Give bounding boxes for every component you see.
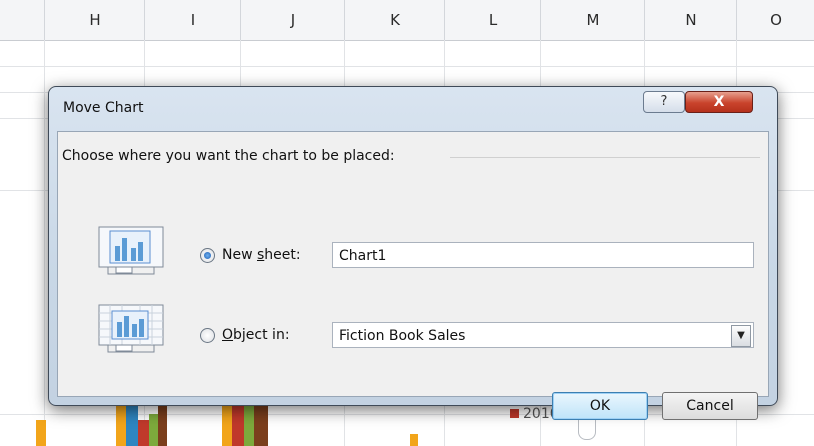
- object-in-label: Object in:: [222, 327, 290, 343]
- dialog-body: Choose where you want the chart to be pl…: [57, 131, 769, 420]
- column-header-l[interactable]: L: [444, 0, 541, 40]
- new-sheet-chart-icon: [98, 226, 164, 275]
- move-chart-dialog: Move Chart ? X Choose where you want the…: [48, 86, 778, 420]
- grid-line: [44, 40, 45, 446]
- column-header-k[interactable]: K: [344, 0, 445, 40]
- column-header-n[interactable]: N: [644, 0, 737, 40]
- new-sheet-radio[interactable]: [200, 248, 215, 263]
- help-button[interactable]: ?: [643, 91, 685, 113]
- dialog-title: Move Chart: [63, 100, 144, 116]
- object-in-select-value: Fiction Book Sales: [339, 328, 466, 344]
- column-header-i[interactable]: I: [144, 0, 241, 40]
- chart-bar: [149, 414, 158, 446]
- column-header-o[interactable]: O: [736, 0, 814, 40]
- chart-bar: [138, 420, 149, 446]
- cancel-button[interactable]: Cancel: [662, 392, 758, 420]
- prompt-text: Choose where you want the chart to be pl…: [62, 148, 395, 164]
- grid-line: [0, 66, 814, 67]
- new-sheet-name-input[interactable]: Chart1: [332, 242, 754, 268]
- column-header-h[interactable]: H: [44, 0, 145, 40]
- legend-swatch: [510, 409, 519, 418]
- column-header-j[interactable]: J: [240, 0, 345, 40]
- separator: [450, 157, 760, 158]
- ok-button[interactable]: OK: [552, 392, 648, 420]
- close-button[interactable]: X: [685, 91, 753, 113]
- chart-bar: [410, 434, 418, 446]
- new-sheet-label: New sheet:: [222, 247, 301, 263]
- chevron-down-icon[interactable]: ▼: [731, 325, 751, 347]
- object-in-radio[interactable]: [200, 328, 215, 343]
- embedded-chart-icon: [98, 304, 164, 353]
- chart-bar: [36, 420, 46, 446]
- object-in-select[interactable]: Fiction Book Sales ▼: [332, 322, 754, 348]
- column-header-m[interactable]: M: [540, 0, 645, 40]
- column-header-row: H I J K L M N O: [0, 0, 814, 41]
